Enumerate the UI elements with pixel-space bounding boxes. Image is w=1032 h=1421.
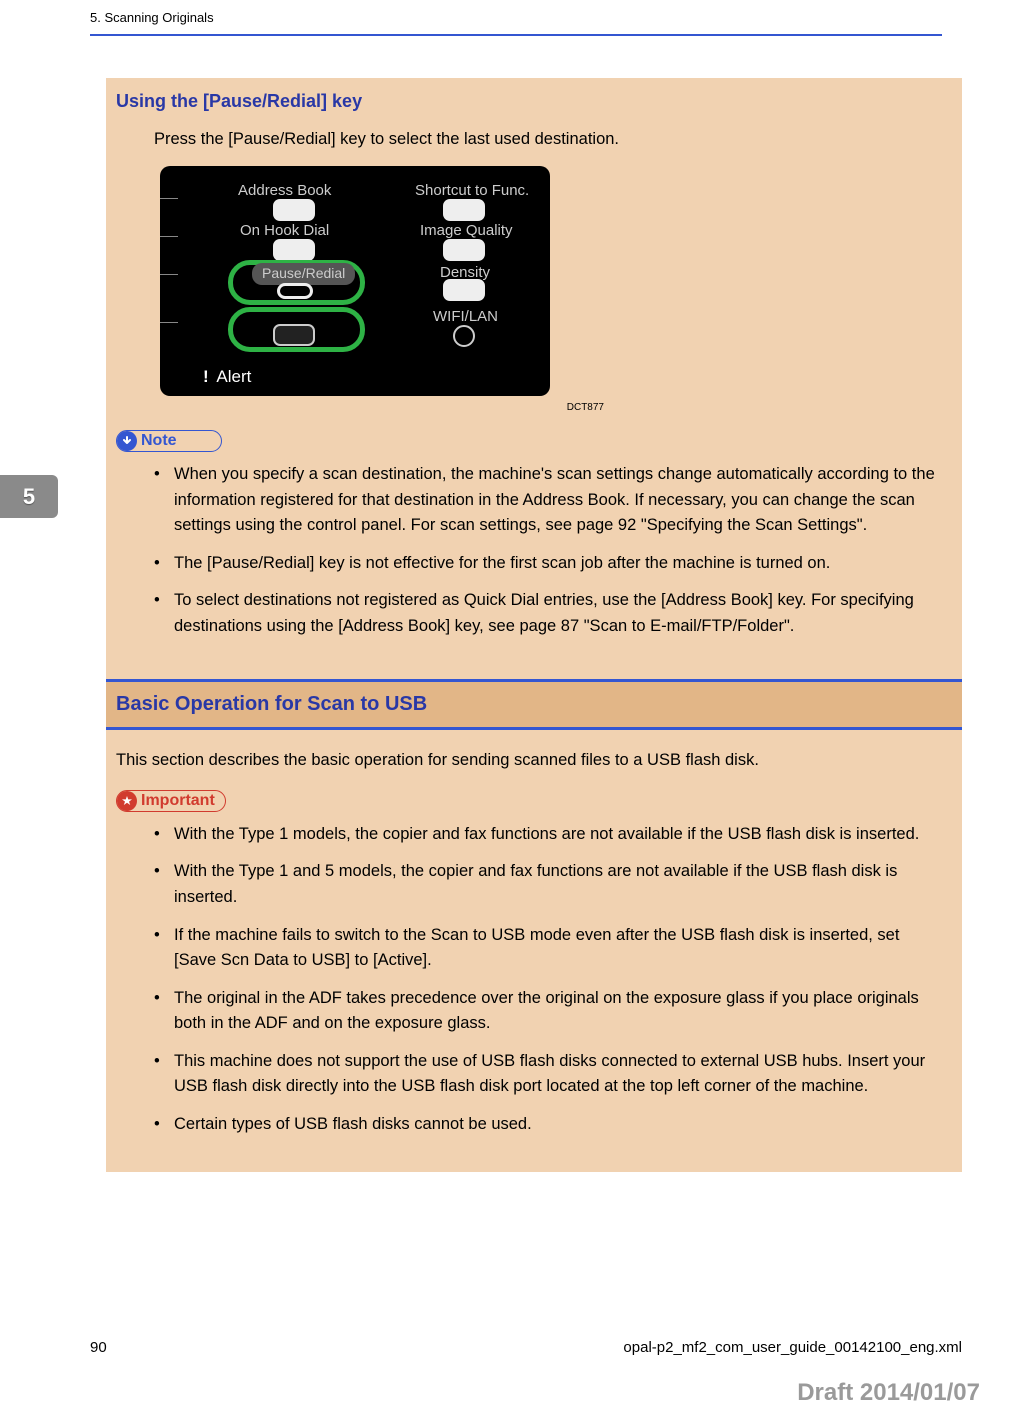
button-on-hook-dial xyxy=(273,239,315,261)
note-label: Note xyxy=(141,429,177,454)
list-item: This machine does not support the use of… xyxy=(154,1049,946,1100)
list-item: Certain types of USB flash disks cannot … xyxy=(154,1112,946,1138)
panel-caption: DCT877 xyxy=(160,398,604,416)
wifi-lan-indicator xyxy=(453,325,475,347)
important-label: Important xyxy=(141,789,215,814)
alert-icon: ! xyxy=(203,367,209,386)
button-density xyxy=(443,279,485,301)
intro-text-2: This section describes the basic operati… xyxy=(106,744,962,782)
list-item: The original in the ADF takes precedence… xyxy=(154,986,946,1037)
alert-row: ! Alert xyxy=(203,364,251,390)
note-badge: Note xyxy=(116,430,222,452)
note-list: When you specify a scan destination, the… xyxy=(106,458,962,655)
button-lower xyxy=(273,324,315,346)
label-pause-redial: Pause/Redial xyxy=(252,263,355,285)
intro-text-1: Press the [Pause/Redial] key to select t… xyxy=(106,123,962,161)
chapter-title: 5. Scanning Originals xyxy=(90,10,214,25)
button-image-quality xyxy=(443,239,485,261)
section-heading-usb: Basic Operation for Scan to USB xyxy=(106,679,962,730)
button-shortcut xyxy=(443,199,485,221)
chapter-tab: 5 xyxy=(0,475,58,518)
main-content: Using the [Pause/Redial] key Press the [… xyxy=(106,78,962,1172)
important-list: With the Type 1 models, the copier and f… xyxy=(106,818,962,1154)
page-number: 90 xyxy=(90,1336,107,1359)
button-pause-redial xyxy=(277,283,313,299)
file-name: opal-p2_mf2_com_user_guide_00142100_eng.… xyxy=(623,1336,962,1359)
list-item: With the Type 1 and 5 models, the copier… xyxy=(154,859,946,910)
important-badge: Important xyxy=(116,790,226,812)
list-item: When you specify a scan destination, the… xyxy=(154,462,946,539)
list-item: To select destinations not registered as… xyxy=(154,588,946,639)
important-icon xyxy=(117,791,137,811)
page-footer: 90 opal-p2_mf2_com_user_guide_00142100_e… xyxy=(90,1336,962,1359)
alert-label: Alert xyxy=(216,367,251,386)
list-item: With the Type 1 models, the copier and f… xyxy=(154,822,946,848)
subheading-pause-redial: Using the [Pause/Redial] key xyxy=(106,78,962,123)
draft-stamp: Draft 2014/01/07 xyxy=(797,1374,980,1411)
chapter-tab-number: 5 xyxy=(23,484,35,509)
page-header: 5. Scanning Originals xyxy=(90,8,942,36)
button-address-book xyxy=(273,199,315,221)
note-icon xyxy=(117,431,137,451)
control-panel-illustration: Address Book On Hook Dial Pause/Redial S… xyxy=(160,166,550,396)
list-item: The [Pause/Redial] key is not effective … xyxy=(154,551,946,577)
list-item: If the machine fails to switch to the Sc… xyxy=(154,923,946,974)
